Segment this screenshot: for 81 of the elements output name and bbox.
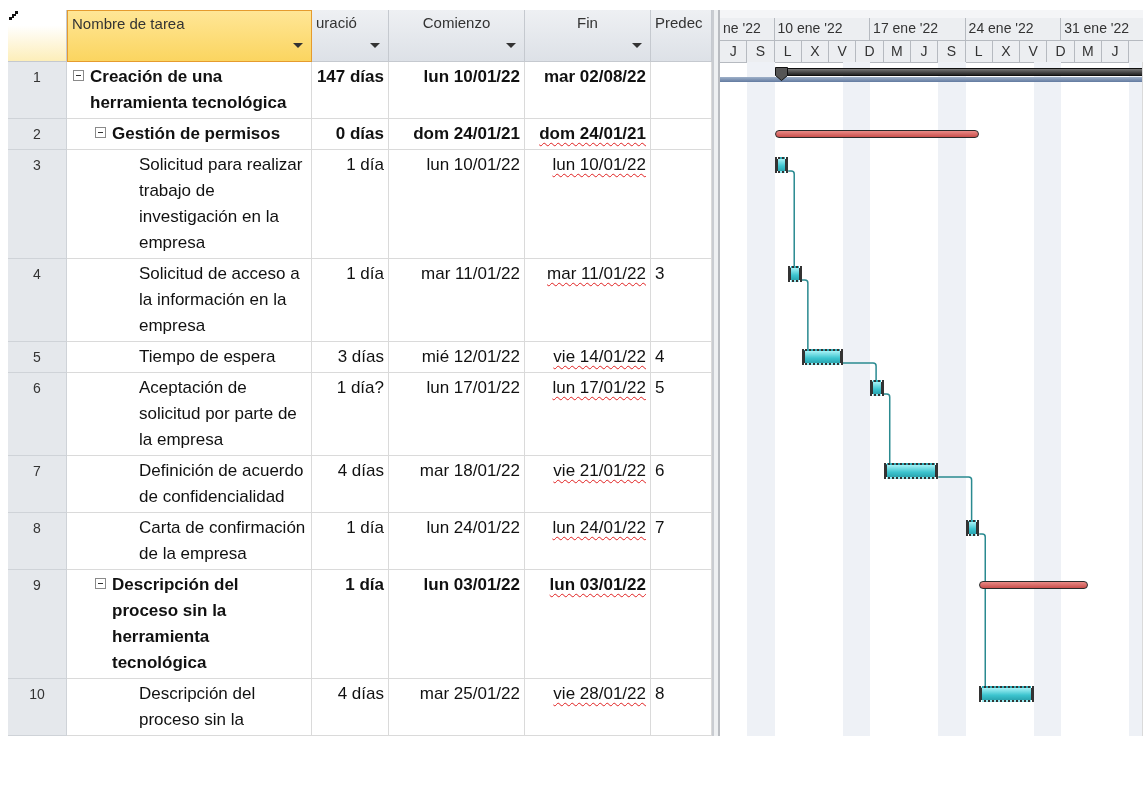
duration-cell: 1 día (312, 259, 389, 342)
day-label: D (1047, 41, 1075, 62)
start-date-cell: lun 17/01/22 (389, 373, 525, 456)
start-date-cell: lun 10/01/22 (389, 150, 525, 259)
day-label: D (856, 41, 884, 62)
finish-date-cell: lun 10/01/22 (525, 150, 651, 259)
column-header[interactable]: uració (312, 10, 389, 62)
task-name: Gestión de permisos (112, 123, 281, 145)
duration-cell: 1 día? (312, 373, 389, 456)
column-header[interactable]: Fin (525, 10, 651, 62)
day-label: S (747, 41, 775, 62)
task-name: Definición de acuerdo de confidencialidad (139, 460, 305, 508)
week-label: 31 ene '22 (1061, 18, 1143, 40)
task-name: Carta de confirmación de la empresa (139, 517, 307, 565)
task-name: Descripción del proceso sin la herramienta tecnológica (112, 574, 240, 674)
row-number[interactable]: 6 (8, 373, 67, 456)
predecessor-cell: 5 (651, 373, 712, 456)
finish-date-cell: lun 03/01/22 (525, 570, 651, 679)
day-label: X (801, 41, 830, 62)
task-name: Solicitud para realizar trabajo de investigación en la empresa (139, 154, 304, 254)
day-label: L (774, 41, 802, 62)
duration-cell: 1 día (312, 150, 389, 259)
day-label: L (965, 41, 993, 62)
finish-date-cell: mar 11/01/22 (525, 259, 651, 342)
duration-cell: 0 días (312, 119, 389, 150)
row-number[interactable]: 10 (8, 679, 67, 736)
start-date-cell: lun 10/01/22 (389, 62, 525, 119)
duration-cell: 1 día (312, 513, 389, 570)
start-date-cell: mar 18/01/22 (389, 456, 525, 513)
week-label: 17 ene '22 (870, 18, 966, 40)
day-label: J (910, 41, 939, 62)
duration-cell: 3 días (312, 342, 389, 373)
finish-date-cell: vie 21/01/22 (525, 456, 651, 513)
finish-date-cell: mar 02/08/22 (525, 62, 651, 119)
row-number[interactable]: 4 (8, 259, 67, 342)
start-date-cell: mar 25/01/22 (389, 679, 525, 736)
predecessor-cell: 6 (651, 456, 712, 513)
row-number[interactable]: 7 (8, 456, 67, 513)
task-name: Tiempo de espera (139, 346, 276, 368)
day-label: J (720, 41, 748, 62)
task-name: Solicitud de acceso a la información en la empresa (139, 263, 301, 337)
week-label: 24 ene '22 (965, 18, 1062, 40)
finish-date-cell: vie 28/01/22 (525, 679, 651, 736)
column-header[interactable]: Nombre de tarea (67, 10, 312, 62)
task-name: Aceptación de solicitud por parte de la empresa (139, 377, 298, 451)
predecessor-cell: 7 (651, 513, 712, 570)
task-name: Descripción del proceso sin la (139, 683, 257, 731)
row-number[interactable]: 9 (8, 570, 67, 679)
duration-cell: 1 día (312, 570, 389, 679)
finish-date-cell: vie 14/01/22 (525, 342, 651, 373)
day-label: M (883, 41, 911, 62)
start-date-cell: lun 03/01/22 (389, 570, 525, 679)
start-date-cell: dom 24/01/21 (389, 119, 525, 150)
row-number[interactable]: 1 (8, 62, 67, 119)
finish-date-cell: lun 24/01/22 (525, 513, 651, 570)
column-header[interactable]: Predec (651, 10, 712, 62)
day-label: S (938, 41, 966, 62)
row-number[interactable]: 8 (8, 513, 67, 570)
start-date-cell: lun 24/01/22 (389, 513, 525, 570)
day-label: M (1074, 41, 1102, 62)
column-header[interactable]: Comienzo (389, 10, 525, 62)
finish-date-cell: dom 24/01/21 (525, 119, 651, 150)
day-label: V (829, 41, 857, 62)
row-number[interactable]: 5 (8, 342, 67, 373)
predecessor-cell: 4 (651, 342, 712, 373)
row-number[interactable]: 2 (8, 119, 67, 150)
predecessor-cell: 8 (651, 679, 712, 736)
duration-cell: 147 días (312, 62, 389, 119)
day-label: J (1101, 41, 1130, 62)
duration-cell: 4 días (312, 679, 389, 736)
duration-cell: 4 días (312, 456, 389, 513)
task-name: Creación de una herramienta tecnológica (90, 66, 288, 114)
start-date-cell: mié 12/01/22 (389, 342, 525, 373)
predecessor-cell: 3 (651, 259, 712, 342)
start-date-cell: mar 11/01/22 (389, 259, 525, 342)
week-label: ne '22 (720, 18, 775, 40)
day-label: V (1020, 41, 1048, 62)
day-label: X (992, 41, 1021, 62)
finish-date-cell: lun 17/01/22 (525, 373, 651, 456)
week-label: 10 ene '22 (774, 18, 871, 40)
row-number[interactable]: 3 (8, 150, 67, 259)
